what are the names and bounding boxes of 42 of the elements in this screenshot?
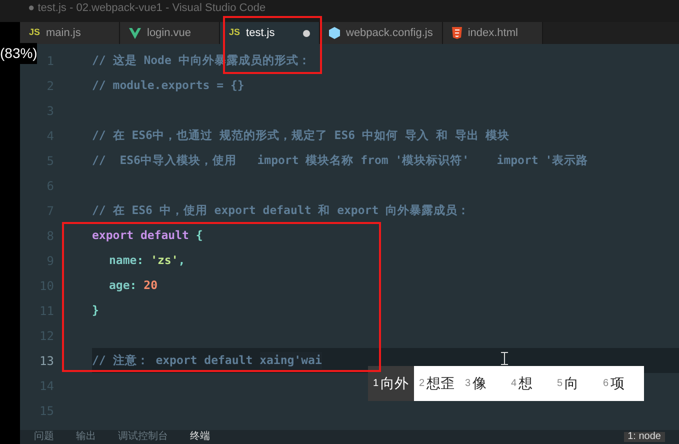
panel-tab[interactable]: 终端 <box>190 432 210 442</box>
js-file-icon: JS <box>229 26 240 40</box>
editor-tab[interactable]: login.vue <box>120 22 220 44</box>
tab-label: login.vue <box>147 26 192 41</box>
code-line: age: 20 <box>108 276 158 294</box>
editor-tab[interactable]: webpack.config.js <box>320 22 443 44</box>
candidate-index: 3 <box>465 377 471 391</box>
html-file-icon <box>452 27 462 39</box>
editor-tab[interactable]: JS test.js <box>220 22 320 44</box>
code-line: // 在 ES6 中，使用 export default 和 export 向外暴露成员： <box>92 202 471 219</box>
ime-candidate[interactable]: 1 向外 <box>368 366 414 401</box>
candidate-text: 项 <box>610 374 625 393</box>
window-title: ● test.js - 02.webpack-vue1 - Visual Studio Code <box>28 2 266 14</box>
code-line: // module.exports = {} <box>92 76 246 94</box>
editor-tab[interactable]: index.html <box>442 22 543 44</box>
code-line: } <box>92 302 100 319</box>
editor-tab[interactable]: JS main.js <box>20 22 120 44</box>
candidate-index: 6 <box>603 377 609 391</box>
tab-label: main.js <box>46 26 81 41</box>
zoom-label: (83%) <box>0 43 38 64</box>
code-line: // ES6中导入模块，使用 import 模块名称 from '模块标识符' import '表示路 <box>92 152 590 169</box>
terminal-select[interactable]: 1: node <box>624 432 665 442</box>
candidate-index: 1 <box>373 377 379 391</box>
candidate-text: 想歪 <box>426 374 455 393</box>
tab-label: webpack.config.js <box>346 26 433 41</box>
candidate-text: 向外 <box>380 374 409 393</box>
code-line: name: 'zs', <box>108 252 186 269</box>
candidate-text: 向 <box>564 374 579 393</box>
code-line: // 在 ES6中，也通过 规范的形式，规定了 ES6 中如何 导入 和 导出 模块 <box>92 126 511 144</box>
line-number: 13 <box>38 352 54 370</box>
text-cursor-icon <box>501 352 508 365</box>
candidate-index: 2 <box>419 377 425 391</box>
tab-label: index.html <box>468 26 518 41</box>
vue-file-icon <box>129 28 141 38</box>
candidate-index: 5 <box>557 377 563 391</box>
js-file-icon: JS <box>29 26 40 40</box>
candidate-text: 想 <box>518 374 533 393</box>
hexagon-icon <box>329 27 340 39</box>
candidate-index: 4 <box>511 377 517 391</box>
tab-label: test.js <box>246 26 275 41</box>
candidate-text: 像 <box>472 374 487 393</box>
code-line: export default { <box>92 226 204 244</box>
